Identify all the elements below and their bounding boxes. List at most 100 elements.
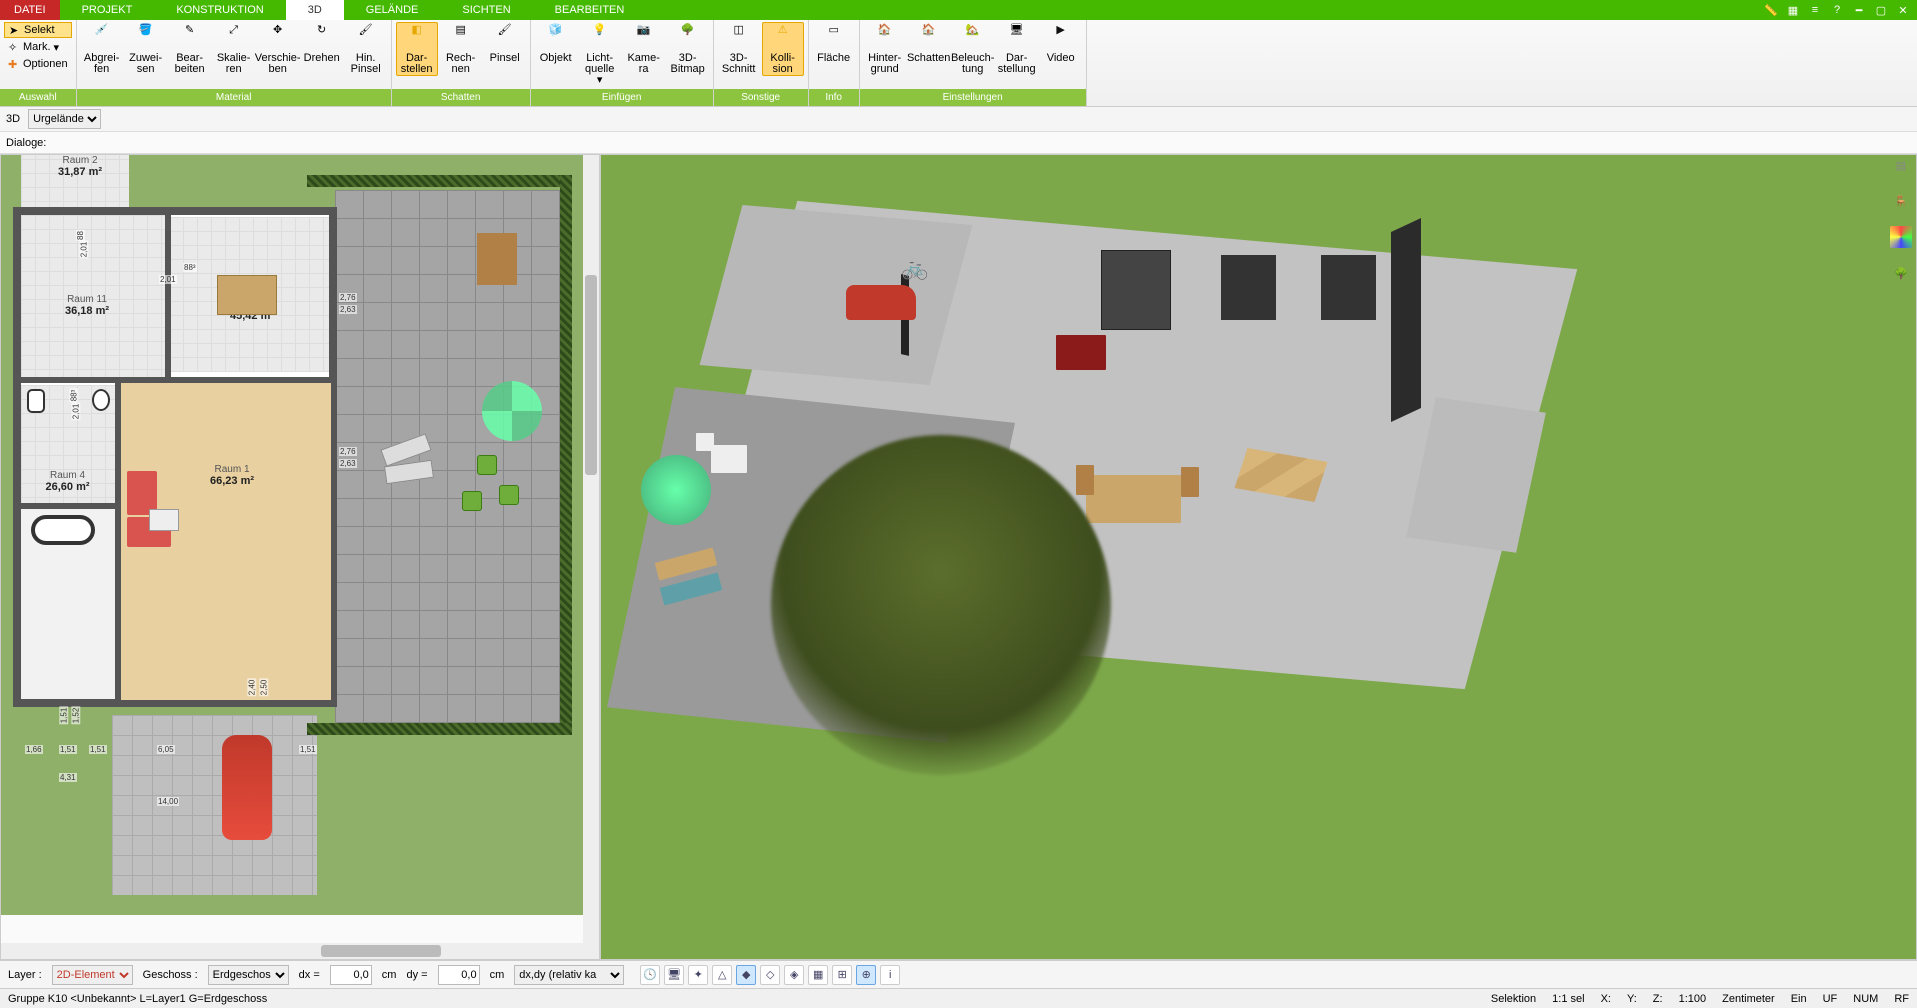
3d-bitmap-button[interactable]: 🌳3D- Bitmap (667, 22, 709, 76)
chevron-down-icon: ▾ (597, 75, 603, 86)
ribbon-group-sonstige: ◫3D- Schnitt ⚠Kolli- sion Sonstige (714, 20, 809, 106)
3d-schnitt-button[interactable]: ◫3D- Schnitt (718, 22, 760, 76)
cube-icon[interactable]: ▦ (1785, 2, 1801, 18)
status-sel-ratio: 1:1 sel (1552, 993, 1584, 1005)
darstellen-button[interactable]: ◧Dar- stellen (396, 22, 438, 76)
tab-projekt[interactable]: PROJEKT (60, 0, 155, 20)
2d-viewport[interactable]: Raum 231,87 m² Raum 1136,18 m² Raum 345,… (0, 154, 600, 960)
flaeche-button[interactable]: ▭Fläche (813, 22, 855, 65)
video-button[interactable]: ▶Video (1040, 22, 1082, 65)
measure-icon[interactable]: 📏 (1763, 2, 1779, 18)
help-icon[interactable]: ? (1829, 2, 1845, 18)
tab-datei[interactable]: DATEI (0, 0, 60, 20)
options-button[interactable]: ✚Optionen (4, 56, 72, 72)
2d-scrollbar-horizontal[interactable] (1, 943, 583, 959)
bicycle-icon: 🚲 (901, 255, 928, 281)
rotate-icon: ↻ (309, 25, 335, 51)
umbrella (482, 381, 542, 441)
bearbeiten-button[interactable]: ✎Bear- beiten (169, 22, 211, 76)
minimize-icon[interactable]: ━ (1851, 2, 1867, 18)
clock-icon[interactable]: 🕓 (640, 965, 660, 985)
ortho-icon[interactable]: ⊕ (856, 965, 876, 985)
kamera-button[interactable]: 📷Kame- ra (623, 22, 665, 76)
geschoss-select[interactable]: Erdgeschos (208, 965, 289, 985)
tree-3d (771, 435, 1111, 775)
hintergrund-button[interactable]: 🏠Hinter- grund (864, 22, 906, 76)
dy-label: dy = (406, 969, 427, 981)
snap-perp-icon[interactable]: ◈ (784, 965, 804, 985)
tab-3d[interactable]: 3D (286, 0, 344, 20)
lichtquelle-button[interactable]: 💡Licht- quelle▾ (579, 22, 621, 87)
eyedropper-icon: 💉 (89, 25, 115, 51)
shadow-icon: 🏠 (916, 25, 942, 51)
ribbon-group-auswahl: ➤Selekt ✧Mark.▾ ✚Optionen Auswahl (0, 20, 77, 106)
status-num: NUM (1853, 993, 1878, 1005)
select-button[interactable]: ➤Selekt (4, 22, 72, 38)
close-icon[interactable]: ✕ (1895, 2, 1911, 18)
garden-chair-3[interactable] (499, 485, 519, 505)
maximize-icon[interactable]: ▢ (1873, 2, 1889, 18)
info-icon[interactable]: i (880, 965, 900, 985)
secondary-toolbar: 3D Urgelände (0, 107, 1917, 132)
layers-panel-icon[interactable]: ▤ (1890, 154, 1912, 176)
pillar-3d (1391, 218, 1421, 422)
edit-icon: ✎ (177, 25, 203, 51)
wand-icon: ✧ (8, 41, 20, 53)
status-rf: RF (1894, 993, 1909, 1005)
hinpinsel-button[interactable]: 🖌Hin. Pinsel (345, 22, 387, 76)
ribbon-group-schatten: ◧Dar- stellen ▤Rech- nen 🖌Pinsel Schatte… (392, 20, 531, 106)
zuweisen-button[interactable]: 🪣Zuwei- sen (125, 22, 167, 76)
snap-node-icon[interactable]: ✦ (688, 965, 708, 985)
2d-scrollbar-vertical[interactable] (583, 155, 599, 959)
terrain-select[interactable]: Urgelände (28, 109, 101, 129)
dx-input[interactable] (330, 965, 372, 985)
3d-viewport[interactable]: 🚲 (600, 154, 1917, 960)
car (222, 735, 272, 840)
darstellung-button[interactable]: 🖥Dar- stellung (996, 22, 1038, 76)
mark-button[interactable]: ✧Mark.▾ (4, 39, 72, 55)
camera-icon: 📷 (631, 25, 657, 51)
window3d-2 (1321, 255, 1376, 320)
snap-mid-icon[interactable]: ◇ (760, 965, 780, 985)
grid-toggle-icon[interactable]: ⊞ (832, 965, 852, 985)
kollision-button[interactable]: ⚠Kolli- sion (762, 22, 804, 76)
layer-select[interactable]: 2D-Element (52, 965, 133, 985)
group-label-sonstige: Sonstige (714, 89, 808, 106)
tab-bearbeiten[interactable]: BEARBEITEN (533, 0, 647, 20)
calc-icon: ▤ (448, 25, 474, 51)
tab-gelaende[interactable]: GELÄNDE (344, 0, 441, 20)
objekt-button[interactable]: 🧊Objekt (535, 22, 577, 65)
plants-panel-icon[interactable]: 🌳 (1890, 262, 1912, 284)
menu-tabstrip: DATEI PROJEKT KONSTRUKTION 3D GELÄNDE SI… (0, 0, 1917, 20)
skalieren-button[interactable]: ⤢Skalie- ren (213, 22, 255, 76)
coord-mode-select[interactable]: dx,dy (relativ ka (514, 965, 624, 985)
drehen-button[interactable]: ↻Drehen (301, 22, 343, 65)
garden-chair-1[interactable] (477, 455, 497, 475)
brush-icon: 🖌 (353, 25, 379, 51)
tab-sichten[interactable]: SICHTEN (440, 0, 532, 20)
area-icon: ▭ (821, 25, 847, 51)
snap-grid-icon[interactable]: ▦ (808, 965, 828, 985)
status-scale: 1:100 (1679, 993, 1707, 1005)
side-tool-column: ▤ 🪑 🌳 (1885, 154, 1917, 284)
layers-icon[interactable]: ≡ (1807, 2, 1823, 18)
room-11-label: Raum 1136,18 m² (37, 285, 137, 325)
snap-endpoint-icon[interactable]: ◆ (736, 965, 756, 985)
status-ein: Ein (1791, 993, 1807, 1005)
status-bar: Gruppe K10 <Unbekannt> L=Layer1 G=Erdges… (0, 988, 1917, 1008)
schatten-button[interactable]: 🏠Schatten (908, 22, 950, 65)
colors-panel-icon[interactable] (1890, 226, 1912, 248)
status-selection-info: Gruppe K10 <Unbekannt> L=Layer1 G=Erdges… (8, 993, 267, 1005)
monitor-icon[interactable]: 🖥 (664, 965, 684, 985)
dy-input[interactable] (438, 965, 480, 985)
verschieben-button[interactable]: ✥Verschie- ben (257, 22, 299, 76)
view-mode-label: 3D (6, 113, 20, 125)
furniture-panel-icon[interactable]: 🪑 (1890, 190, 1912, 212)
tab-konstruktion[interactable]: KONSTRUKTION (154, 0, 285, 20)
pinsel-button[interactable]: 🖌Pinsel (484, 22, 526, 65)
rechnen-button[interactable]: ▤Rech- nen (440, 22, 482, 76)
beleuchtung-button[interactable]: 🏡Beleuch- tung (952, 22, 994, 76)
abgreifen-button[interactable]: 💉Abgrei- fen (81, 22, 123, 76)
snap-edge-icon[interactable]: △ (712, 965, 732, 985)
garden-chair-2[interactable] (462, 491, 482, 511)
